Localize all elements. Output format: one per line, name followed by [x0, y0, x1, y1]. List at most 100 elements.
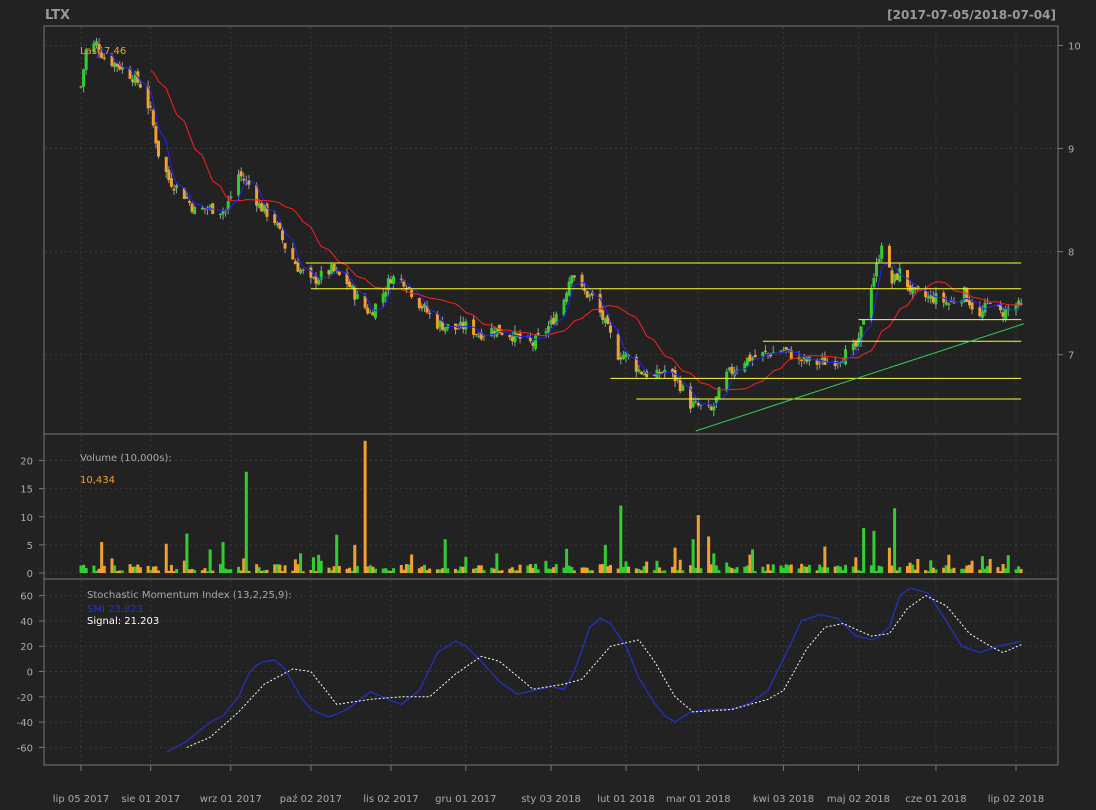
candle-body: [1019, 303, 1023, 305]
candle-body: [965, 288, 969, 302]
volume-bar: [301, 571, 305, 573]
candle-body: [317, 280, 321, 285]
volume-bar: [363, 440, 367, 573]
volume-bar: [479, 565, 483, 573]
volume-bar: [185, 533, 189, 573]
candle-body: [588, 294, 592, 297]
last-price-label: Last 7.46: [80, 46, 126, 57]
candle-body: [477, 335, 481, 337]
volume-bar: [317, 554, 321, 573]
volume-bar: [118, 570, 122, 573]
volume-bar: [309, 569, 313, 573]
volume-bar: [624, 561, 628, 573]
volume-bar: [965, 565, 969, 573]
candle-body: [536, 332, 540, 335]
volume-bar: [660, 570, 664, 573]
volume-bar: [280, 571, 284, 573]
volume-bar: [642, 566, 646, 573]
volume-bar: [368, 565, 372, 573]
volume-bar: [999, 571, 1003, 573]
volume-bar: [474, 568, 478, 573]
volume-bar: [182, 560, 186, 573]
volume-bar: [805, 566, 809, 573]
volume-bar: [931, 567, 935, 573]
candle-body: [389, 279, 393, 284]
candle-body: [115, 63, 119, 67]
candle-body: [82, 69, 86, 87]
volume-bar: [283, 565, 287, 573]
volume-bar: [242, 558, 246, 573]
price-tick-label: 9: [1068, 145, 1074, 156]
volume-bar: [327, 567, 331, 573]
volume-bar: [725, 562, 729, 573]
candle-body: [818, 362, 822, 364]
candle-body: [570, 275, 574, 284]
volume-bar: [102, 565, 106, 573]
volume-bar: [531, 567, 535, 573]
volume-bar: [655, 560, 659, 573]
volume-bar: [497, 570, 501, 573]
candle-body: [151, 110, 155, 126]
volume-bar: [239, 570, 243, 573]
volume-bar: [570, 566, 574, 573]
volume-bar: [601, 564, 605, 573]
candle-body: [417, 298, 421, 308]
volume-bar: [707, 536, 711, 573]
candle-body: [598, 293, 602, 313]
volume-bar: [802, 566, 806, 573]
volume-bar: [732, 569, 736, 573]
volume-bar: [590, 570, 594, 573]
volume-bar: [404, 564, 408, 573]
candle-body: [366, 307, 370, 314]
volume-bar: [206, 571, 210, 573]
candle-body: [895, 273, 899, 280]
date-tick-label: mar 01 2018: [666, 794, 731, 805]
volume-bar: [446, 568, 450, 573]
candle-body: [673, 370, 677, 382]
volume-bar: [670, 566, 674, 573]
volume-bar: [337, 565, 341, 573]
candle-body: [681, 385, 685, 391]
volume-bar: [880, 566, 884, 573]
candle-body: [714, 396, 718, 403]
candle-body: [348, 281, 352, 288]
volume-bar: [833, 566, 837, 573]
volume-bar: [942, 567, 946, 573]
candle-body: [368, 312, 372, 314]
candle-body: [637, 369, 641, 372]
volume-bar: [554, 564, 558, 573]
volume-bar: [962, 568, 966, 573]
volume-bar: [639, 570, 643, 573]
candle-body: [854, 341, 858, 347]
volume-bar: [911, 564, 915, 573]
volume-bar: [417, 568, 421, 573]
candle-body: [572, 275, 576, 278]
volume-tick-label: 0: [27, 569, 33, 580]
volume-bar: [820, 567, 824, 573]
candle-body: [513, 330, 517, 343]
candle-body: [844, 349, 848, 365]
candle-body: [601, 310, 605, 320]
volume-bar: [128, 564, 132, 573]
volume-bar: [608, 564, 612, 573]
volume-bar: [82, 564, 86, 573]
candle-body: [79, 86, 83, 88]
volume-tick-label: 20: [20, 457, 33, 468]
volume-bar: [154, 566, 158, 573]
volume-bar: [384, 568, 388, 573]
volume-bar: [916, 558, 920, 573]
oscillator-tick-label: -40: [17, 718, 33, 729]
volume-bar: [528, 564, 532, 573]
candle-body: [443, 327, 447, 332]
candle-body: [608, 325, 612, 333]
volume-bar: [516, 570, 520, 573]
candle-body: [531, 342, 535, 346]
candle-body: [709, 406, 713, 410]
volume-bar: [818, 564, 822, 573]
volume-bar: [1019, 569, 1023, 573]
candle-body: [603, 317, 607, 323]
volume-bar: [226, 569, 230, 573]
date-tick-label: sie 01 2017: [121, 794, 180, 805]
candle-body: [893, 274, 897, 282]
volume-bar: [190, 568, 194, 573]
